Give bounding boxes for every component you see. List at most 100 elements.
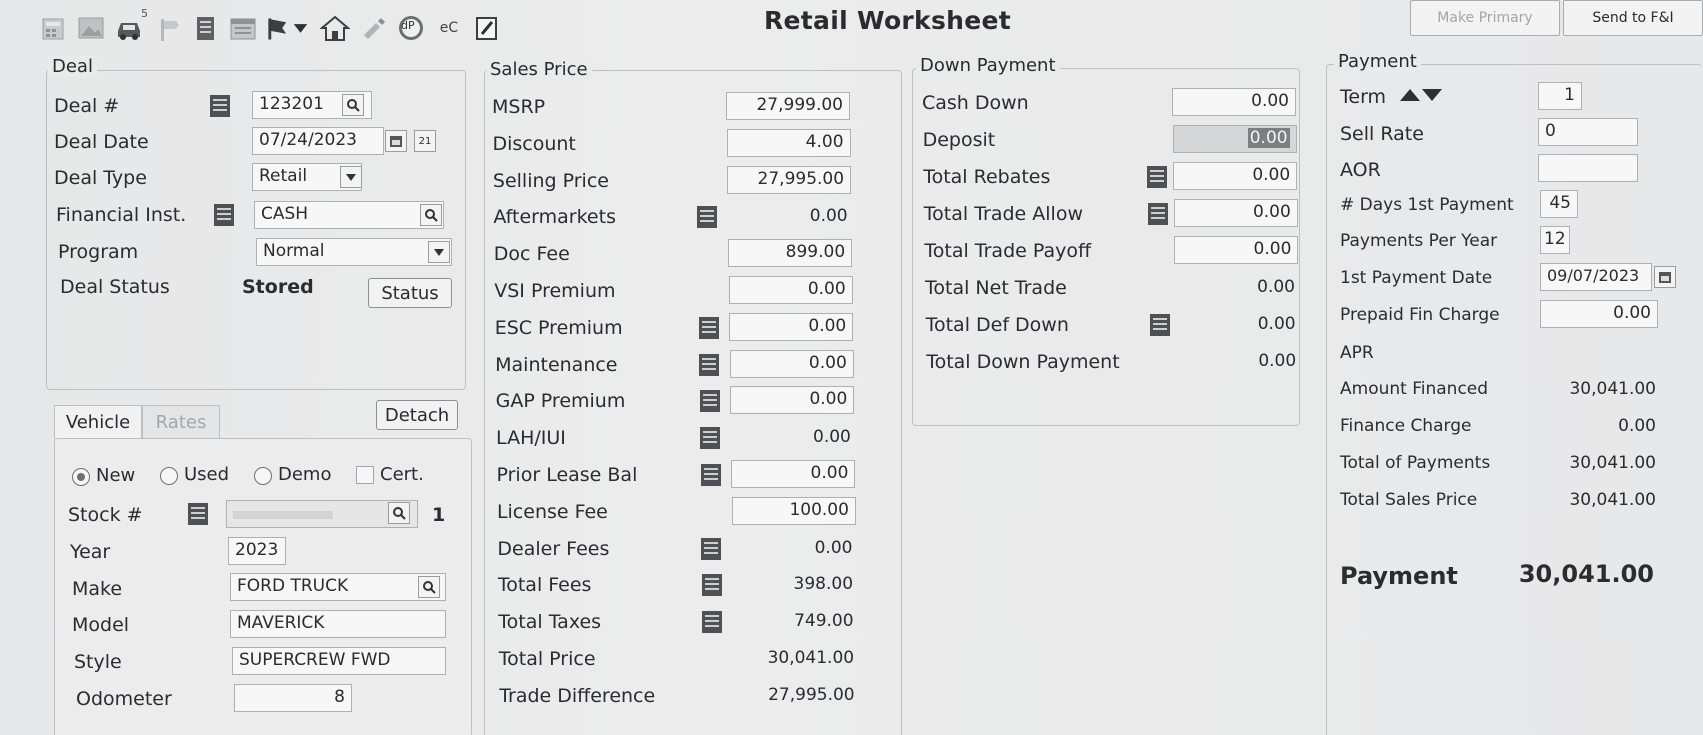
prior-lease-bal-input[interactable]: 0.00 — [731, 460, 856, 488]
radio-used-label: Used — [184, 464, 230, 485]
maintenance-list-icon[interactable] — [697, 352, 721, 378]
deal-date-input[interactable]: 07/24/2023 — [252, 127, 384, 155]
edit-icon[interactable] — [470, 11, 504, 45]
deal-search-icon[interactable] — [342, 94, 364, 116]
gap-premium-list-icon[interactable] — [698, 388, 722, 414]
deal-date-picker-icon[interactable] — [385, 130, 407, 152]
cash-down-input[interactable]: 0.00 — [1172, 88, 1296, 116]
model-input[interactable]: MAVERICK — [230, 610, 446, 638]
term-up-icon[interactable] — [1400, 88, 1420, 102]
detach-button[interactable]: Detach — [376, 400, 458, 430]
doc-fee-input[interactable]: 899.00 — [728, 239, 853, 268]
total-trade-payoff-input[interactable]: 0.00 — [1174, 236, 1299, 264]
total-trade-allow-list-icon[interactable] — [1146, 201, 1170, 227]
house-icon[interactable] — [318, 11, 352, 45]
tab-vehicle[interactable]: Vehicle — [54, 405, 142, 439]
pencil-icon[interactable] — [356, 11, 390, 45]
radio-used[interactable] — [160, 467, 178, 485]
msrp-input[interactable]: 27,999.00 — [726, 92, 850, 120]
model-label: Model — [72, 614, 130, 636]
program-label: Program — [58, 241, 139, 263]
deal-type-chevron-down-icon[interactable] — [340, 166, 362, 188]
cert-checkbox[interactable] — [356, 466, 374, 484]
deposit-input[interactable]: 0.00 — [1172, 125, 1297, 153]
lah-iui-list-icon[interactable] — [698, 425, 722, 451]
car-icon[interactable]: 5 — [112, 7, 148, 45]
license-fee-input[interactable]: 100.00 — [731, 496, 856, 525]
prepaid-fin-charge-input[interactable]: 0.00 — [1540, 300, 1658, 328]
status-button[interactable]: Status — [368, 278, 452, 308]
radio-demo[interactable] — [254, 467, 272, 485]
finance-charge-label: Finance Charge — [1340, 416, 1472, 436]
radio-new[interactable] — [72, 468, 90, 486]
total-rebates-list-icon[interactable] — [1145, 164, 1169, 190]
deal-list-icon[interactable] — [208, 93, 232, 119]
first-payment-date-input[interactable]: 09/07/2023 — [1540, 263, 1652, 291]
sell-rate-input[interactable]: 0 — [1538, 118, 1638, 146]
term-down-icon[interactable] — [1422, 88, 1442, 102]
image-icon[interactable] — [74, 11, 108, 45]
stock-list-icon[interactable] — [186, 501, 210, 527]
financial-inst-input[interactable]: CASH — [254, 201, 444, 229]
sell-rate-label: Sell Rate — [1340, 123, 1424, 145]
total-of-payments-label: Total of Payments — [1340, 453, 1491, 473]
discount-input[interactable]: 4.00 — [726, 128, 851, 157]
discount-label: Discount — [492, 132, 576, 155]
tab-rates[interactable]: Rates — [142, 405, 220, 439]
notebook-icon[interactable] — [188, 11, 222, 45]
deal-type-label: Deal Type — [54, 167, 147, 189]
style-input[interactable]: SUPERCREW FWD — [232, 647, 446, 675]
days-first-payment-input[interactable]: 45 — [1540, 190, 1578, 218]
term-label: Term — [1340, 86, 1387, 108]
financial-inst-list-icon[interactable] — [212, 202, 236, 228]
total-sales-price-label: Total Sales Price — [1340, 490, 1478, 510]
make-search-icon[interactable] — [418, 576, 440, 598]
payments-per-year-input[interactable]: 12 — [1540, 226, 1570, 254]
term-input[interactable]: 1 — [1538, 82, 1582, 110]
finance-charge-value: 0.00 — [1618, 416, 1656, 436]
dealer-fees-list-icon[interactable] — [699, 536, 723, 562]
first-payment-date-picker-icon[interactable] — [1654, 266, 1676, 288]
retail-worksheet-screen: 5 dP eC Retail Worksheet Make Primary Se… — [0, 0, 1703, 735]
aftermarkets-list-icon[interactable] — [695, 204, 719, 230]
gap-premium-input[interactable]: 0.00 — [730, 386, 855, 415]
flag-dropdown-icon[interactable] — [264, 11, 314, 45]
total-net-trade-label: Total Net Trade — [925, 277, 1067, 299]
maintenance-input[interactable]: 0.00 — [729, 349, 854, 378]
payment-panel — [1326, 64, 1702, 735]
total-taxes-list-icon[interactable] — [700, 609, 724, 635]
gap-premium-label: GAP Premium — [495, 390, 626, 413]
selling-price-label: Selling Price — [492, 169, 609, 192]
stock-search-icon[interactable] — [388, 502, 410, 524]
selling-price-input[interactable]: 27,995.00 — [727, 165, 852, 194]
signpost-icon[interactable] — [150, 11, 184, 45]
prior-lease-bal-list-icon[interactable] — [699, 462, 723, 488]
aor-input[interactable] — [1538, 154, 1638, 182]
total-price-label: Total Price — [498, 648, 596, 670]
total-def-down-list-icon[interactable] — [1148, 312, 1172, 338]
esc-premium-list-icon[interactable] — [697, 315, 721, 341]
payment-total-label: Payment — [1340, 562, 1458, 590]
make-primary-button[interactable]: Make Primary — [1410, 0, 1560, 36]
program-select[interactable]: Normal — [256, 238, 452, 266]
calendar-icon[interactable] — [226, 11, 260, 45]
year-input[interactable]: 2023 — [228, 537, 286, 565]
payment-total-value: 30,041.00 — [1518, 560, 1654, 588]
car-icon-badge: 5 — [141, 7, 148, 20]
odometer-input[interactable]: 8 — [234, 684, 352, 712]
page-title: Retail Worksheet — [764, 6, 1012, 35]
vsi-premium-input[interactable]: 0.00 — [728, 276, 853, 304]
financial-inst-search-icon[interactable] — [420, 204, 442, 226]
total-trade-allow-input[interactable]: 0.00 — [1173, 199, 1298, 227]
ec-icon[interactable]: eC — [432, 11, 466, 45]
total-rebates-input[interactable]: 0.00 — [1173, 162, 1298, 190]
total-fees-list-icon[interactable] — [700, 572, 724, 598]
calculator-icon[interactable] — [36, 11, 70, 45]
calendar-21-icon[interactable]: 21 — [414, 130, 436, 152]
maintenance-label: Maintenance — [495, 353, 618, 376]
dp-icon[interactable]: dP — [394, 11, 428, 45]
esc-premium-input[interactable]: 0.00 — [729, 312, 854, 341]
send-to-fi-button[interactable]: Send to F&I — [1563, 0, 1703, 36]
make-input[interactable]: FORD TRUCK — [230, 573, 446, 601]
program-chevron-down-icon[interactable] — [428, 241, 450, 263]
